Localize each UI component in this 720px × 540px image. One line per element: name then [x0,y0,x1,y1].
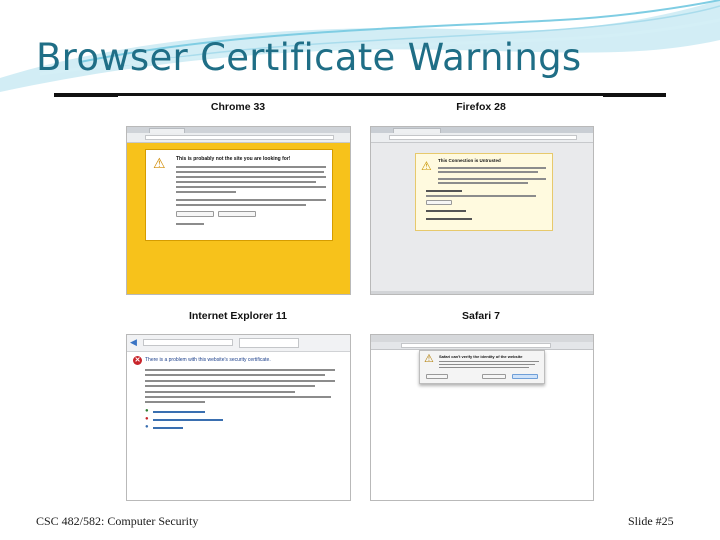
text-line [439,361,539,362]
cancel-button[interactable] [482,374,506,379]
show-certificate-button[interactable] [426,374,448,379]
more-info-icon: ● [145,424,149,430]
text-line [176,204,306,206]
text-line [176,186,326,188]
safari-screenshot: ⚠ Safari can't verify the identity of th… [370,334,594,501]
text-line [438,167,546,169]
warning-icon: ⚠ [153,155,166,171]
understand-risks-link[interactable] [426,218,472,220]
text-line [438,178,546,180]
text-line [176,171,324,173]
text-line [145,374,325,376]
ie-tab[interactable] [239,338,299,348]
chrome-warning-box: ⚠ This is probably not the site you are … [145,149,333,241]
caption-safari: Safari 7 [462,310,500,322]
firefox-address-bar [371,133,593,143]
footer-course: CSC 482/582: Computer Security [36,514,199,528]
text-line [438,171,538,173]
ie-warning-headline: There is a problem with this website's s… [145,357,271,363]
lock-icon: ⚠ [424,353,434,365]
caption-ie: Internet Explorer 11 [188,310,288,322]
help-link[interactable] [176,223,204,225]
safari-url-field[interactable] [401,343,551,348]
footer-slide-number: Slide #25 [628,514,674,528]
caption-firefox: Firefox 28 [456,101,506,113]
text-line [145,401,205,403]
text-line [439,367,529,368]
text-line [145,369,335,371]
warning-icon: ⚠ [421,159,432,173]
text-line [145,380,335,382]
error-icon: ✕ [133,356,142,365]
text-line [176,191,236,193]
get-me-out-button[interactable] [426,200,452,205]
firefox-warning-headline: This Connection is Untrusted [438,158,501,163]
text-line [145,391,295,393]
close-webpage-link[interactable] [153,411,205,413]
screenshots-panel: Chrome 33 Firefox 28 Internet Explorer 1… [118,96,603,504]
text-line [438,182,528,184]
chrome-warning-headline: This is probably not the site you are lo… [176,156,291,162]
text-line [176,176,326,178]
text-line [176,166,326,168]
technical-details-link[interactable] [426,210,466,212]
text-line [176,181,316,183]
safari-warning-headline: Safari can't verify the identity of the … [439,354,523,359]
ie-toolbar: ◀ [127,335,350,352]
safari-certificate-dialog: ⚠ Safari can't verify the identity of th… [419,350,545,384]
continue-to-website-link[interactable] [153,419,223,421]
caption-chrome: Chrome 33 [210,101,266,113]
safari-titlebar [371,335,593,342]
firefox-url-field [389,135,577,140]
green-shield-icon: ● [145,408,149,414]
back-to-safety-button[interactable] [218,211,256,217]
text-line [145,385,315,387]
text-line [439,364,535,365]
text-line [176,199,326,201]
ie-url-field[interactable] [143,339,233,346]
proceed-anyway-button[interactable] [176,211,214,217]
firefox-screenshot: ⚠ This Connection is Untrusted [370,126,594,295]
back-icon[interactable]: ◀ [130,338,137,347]
red-shield-icon: ● [145,416,149,422]
more-information-link[interactable] [153,427,183,429]
chrome-url-field [145,135,334,140]
continue-button[interactable] [512,374,538,379]
slide-title: Browser Certificate Warnings [36,36,582,79]
text-line [426,195,536,197]
ie-screenshot: ◀ ✕ There is a problem with this website… [126,334,351,501]
chrome-address-bar [127,133,350,143]
what-should-i-do-heading [426,190,462,192]
text-line [145,396,331,398]
firefox-warning-box: ⚠ This Connection is Untrusted [415,153,553,231]
firefox-status-bar [371,291,593,294]
chrome-screenshot: ⚠ This is probably not the site you are … [126,126,351,295]
safari-toolbar [371,342,593,350]
